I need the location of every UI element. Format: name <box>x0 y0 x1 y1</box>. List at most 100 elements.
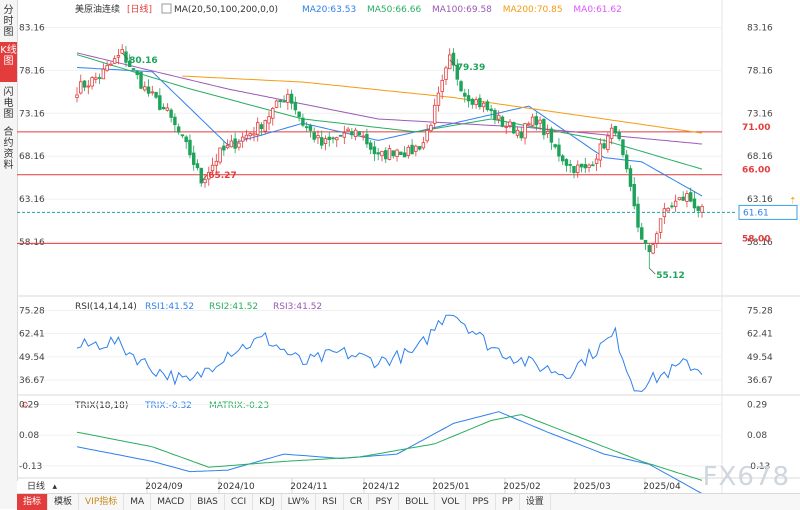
candle-body <box>180 134 185 137</box>
ma-value-4: MA0:61.62 <box>573 5 621 15</box>
candle-body <box>579 163 584 168</box>
rsi-tick-right-1: 62.41 <box>747 330 773 340</box>
candle-body <box>666 207 670 212</box>
indicator-tab-macd[interactable]: MACD <box>151 494 192 510</box>
candle-body <box>651 244 655 254</box>
indicator-tab-psy[interactable]: PSY <box>369 494 400 510</box>
candle-body <box>361 135 365 138</box>
tab-flash-chart[interactable]: 闪电图 <box>0 84 17 122</box>
candle-body <box>515 129 520 136</box>
x-axis-label-5: 2025/02 <box>503 482 540 492</box>
ma100-line <box>76 52 703 145</box>
indicator-tab-boll[interactable]: BOLL <box>399 494 436 510</box>
candle-body <box>527 123 531 126</box>
indicator-tab-kdj[interactable]: KDJ <box>253 494 282 510</box>
ma-value-3: MA200:70.85 <box>503 5 563 15</box>
price-tick-left-0: 83.16 <box>19 23 45 33</box>
indicator-tab-0[interactable]: 指标 <box>17 494 49 510</box>
candle-body <box>304 126 309 129</box>
indicator-tab-bar: 指标 模板 VIP指标 MA MACD BIAS CCI KDJ LW% RSI CR PSY BOLL… <box>17 493 800 510</box>
candle-body <box>256 122 260 136</box>
candle-body <box>534 116 539 126</box>
candle-body <box>335 137 339 141</box>
candle-body <box>489 108 493 112</box>
rsi-tick-left-3: 36.67 <box>19 376 45 386</box>
indicator-tab-[interactable]: 设置 <box>520 494 551 510</box>
tab-kline[interactable]: K线图 <box>0 42 17 82</box>
price-tick-left-4: 63.16 <box>19 195 45 205</box>
candle-body <box>493 109 497 120</box>
candle-body <box>560 155 565 162</box>
trix-line <box>76 411 703 493</box>
left-tab-strip: 分时图 K线图 闪电图 合约资料 <box>0 0 18 509</box>
indicator-tab-bias[interactable]: BIAS <box>191 494 225 510</box>
candle-body <box>591 164 595 167</box>
indicator-tab-cr[interactable]: CR <box>344 494 370 510</box>
candle-body <box>338 134 343 137</box>
indicator-tab-lw[interactable]: LW% <box>282 494 317 510</box>
indicator-tab-cci[interactable]: CCI <box>225 494 254 510</box>
candle-body <box>90 77 94 87</box>
indicator-tab-pp[interactable]: PP <box>496 494 520 510</box>
indicator-tab-ma[interactable]: MA <box>124 494 152 510</box>
candle-body <box>150 91 155 94</box>
candle-body <box>139 71 143 89</box>
candle-body <box>271 108 275 119</box>
candle-body <box>252 133 256 136</box>
candle-body <box>474 99 478 105</box>
x-axis-label-7: 2025/04 <box>643 482 681 492</box>
indicator-tab-rsi[interactable]: RSI <box>316 494 344 510</box>
trix-tick-left-2: -0.13 <box>19 462 42 472</box>
trix-tick-left-0: 0.29 <box>19 400 39 410</box>
candle-body <box>417 146 422 150</box>
candle-body <box>466 95 471 102</box>
candle-body <box>274 100 279 108</box>
price-tick-right-2: 73.16 <box>747 109 773 119</box>
candle-body <box>218 147 222 163</box>
kline-chart[interactable]: 美原油连续 [日线] MA(20,50,100,200,0,0) MA20:63… <box>17 0 800 493</box>
candle-body <box>342 132 347 138</box>
candle-body <box>146 86 151 94</box>
watermark-logo: FX678 <box>702 462 790 492</box>
candle-body <box>244 134 249 139</box>
candle-body <box>496 114 501 120</box>
candle-body <box>131 68 136 70</box>
candle-body <box>673 200 678 207</box>
candle-body <box>700 206 704 213</box>
candle-body <box>376 152 380 155</box>
candle-body <box>297 111 301 118</box>
instrument-name: 美原油连续 <box>75 3 120 15</box>
candle-body <box>538 119 542 124</box>
indicator-tab-1[interactable]: 模板 <box>48 494 80 510</box>
candle-body <box>594 158 599 164</box>
candle-body <box>602 143 606 149</box>
candle-body <box>293 101 298 111</box>
candle-body <box>191 152 196 165</box>
candle-body <box>677 197 682 201</box>
candle-body <box>572 165 576 174</box>
tab-contract-info[interactable]: 合约资料 <box>0 124 17 174</box>
period-selector[interactable]: 日线 ▴ <box>17 481 61 493</box>
candle-body <box>94 77 98 80</box>
indicator-tab-vol[interactable]: VOL <box>435 494 467 510</box>
x-axis-label-3: 2024/12 <box>362 482 399 492</box>
rsi-tick-right-0: 75.28 <box>747 306 773 316</box>
candle-body <box>459 81 463 92</box>
indicator-tab-vip2[interactable]: VIP指标 <box>79 494 125 510</box>
tab-time-sharing[interactable]: 分时图 <box>0 2 17 40</box>
candle-body <box>425 130 429 142</box>
candle-body <box>557 144 561 157</box>
candle-body <box>240 136 245 142</box>
indicator-tab-pps[interactable]: PPS <box>466 494 496 510</box>
candle-body <box>357 131 362 136</box>
trix-value-0: TRIX:-0.32 <box>144 401 192 411</box>
price-tick-left-3: 68.16 <box>19 152 45 162</box>
candle-body <box>564 159 569 166</box>
candle-body <box>346 128 350 132</box>
candle-body <box>624 154 629 170</box>
settings-icon[interactable] <box>161 3 172 14</box>
candle-body <box>576 164 580 173</box>
annotation-label-3: 55.12 <box>656 271 684 281</box>
candle-body <box>485 101 490 111</box>
candle-body <box>323 138 328 144</box>
